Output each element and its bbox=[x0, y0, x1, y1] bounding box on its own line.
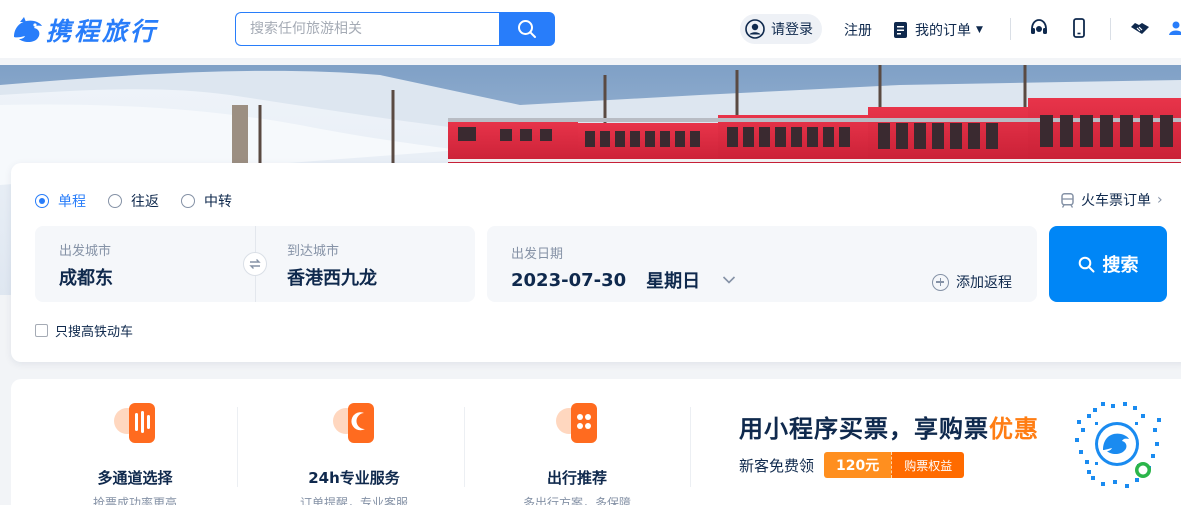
feature-title: 多通道选择 bbox=[97, 469, 173, 487]
radio-selected[interactable] bbox=[35, 194, 49, 208]
promo-subline-text: 新客免费领 bbox=[739, 456, 815, 475]
feature-title: 24h专业服务 bbox=[308, 469, 400, 487]
mini-program-promo[interactable]: 用小程序买票，享购票优惠 新客免费领 120元 购票权益 bbox=[739, 409, 1039, 478]
search-trains-button[interactable]: 搜索 bbox=[1049, 226, 1167, 302]
user-avatar-icon bbox=[745, 19, 765, 39]
plus-circle-icon bbox=[932, 273, 949, 291]
radio-unselected[interactable] bbox=[108, 194, 122, 208]
promo-headline-highlight: 优惠 bbox=[989, 415, 1039, 443]
trip-type-one-way[interactable]: 单程 bbox=[35, 191, 86, 211]
search-icon bbox=[1078, 256, 1094, 272]
login-label: 请登录 bbox=[771, 22, 813, 38]
chevron-right-icon: › bbox=[1157, 192, 1163, 208]
features-strip: 多通道选择 抢票成功率更高 24h专业服务 订单提醒，专业客服 出行推荐 多出行… bbox=[11, 379, 1181, 505]
handshake-icon[interactable] bbox=[1129, 17, 1151, 39]
dolphin-logo-icon bbox=[14, 17, 42, 42]
customer-service-icon[interactable] bbox=[1028, 17, 1050, 39]
chevron-down-icon: ▼ bbox=[976, 25, 983, 35]
radio-unselected[interactable] bbox=[181, 194, 195, 208]
login-button[interactable]: 请登录 bbox=[740, 14, 822, 44]
city-selector: 出发城市 成都东 到达城市 香港西九龙 bbox=[35, 226, 475, 302]
header-divider bbox=[1110, 18, 1111, 40]
trip-type-label: 单程 bbox=[58, 194, 86, 210]
feature-multi-channel: 多通道选择 抢票成功率更高 bbox=[35, 399, 235, 505]
promo-headline-text: 用小程序买票，享购票 bbox=[739, 415, 989, 443]
departure-date-value: 2023-07-30 星期日 bbox=[511, 267, 736, 293]
high-speed-only-option[interactable]: 只搜高铁动车 bbox=[35, 321, 133, 340]
multi-channel-icon bbox=[114, 403, 155, 443]
feature-divider bbox=[690, 407, 691, 487]
trip-type-label: 中转 bbox=[204, 194, 232, 210]
train-booking-panel: 单程 往返 中转 火车票订单 › 出发城市 成都东 到达城市 香港西九龙 出发日… bbox=[11, 163, 1181, 362]
feature-subtitle: 订单提醒，专业客服 bbox=[299, 496, 408, 505]
chevron-down-icon bbox=[723, 276, 736, 284]
promo-benefit-badge: 购票权益 bbox=[891, 452, 965, 478]
global-search bbox=[235, 12, 555, 46]
departure-date-field[interactable]: 出发日期 2023-07-30 星期日 添加返程 bbox=[487, 226, 1037, 302]
promo-subline: 新客免费领 120元 购票权益 bbox=[739, 452, 1039, 478]
arrival-city-label: 到达城市 bbox=[287, 244, 340, 259]
train-ticket-orders-link[interactable]: 火车票订单 › bbox=[1061, 190, 1163, 210]
search-input[interactable] bbox=[235, 12, 499, 46]
search-icon bbox=[518, 20, 536, 38]
brand-logo[interactable]: 携程旅行 bbox=[10, 12, 158, 48]
feature-title: 出行推荐 bbox=[546, 469, 607, 487]
high-speed-only-checkbox[interactable] bbox=[35, 324, 48, 337]
my-orders-menu[interactable]: 我的订单 ▼ bbox=[894, 20, 983, 40]
trip-type-round-trip[interactable]: 往返 bbox=[108, 191, 159, 211]
my-orders-label: 我的订单 bbox=[915, 23, 971, 39]
search-button[interactable] bbox=[499, 12, 555, 46]
date-text: 2023-07-30 bbox=[511, 269, 627, 291]
high-speed-only-label: 只搜高铁动车 bbox=[55, 325, 134, 340]
train-icon bbox=[1061, 192, 1074, 208]
promo-headline: 用小程序买票，享购票优惠 bbox=[739, 409, 1039, 444]
logo-text: 携程旅行 bbox=[46, 17, 159, 46]
departure-city-field[interactable]: 出发城市 成都东 bbox=[59, 240, 113, 290]
arrival-city-value: 香港西九龙 bbox=[287, 268, 377, 289]
feature-subtitle: 抢票成功率更高 bbox=[92, 496, 177, 505]
feature-subtitle: 多出行方案，多保障 bbox=[522, 496, 631, 505]
departure-date-label: 出发日期 bbox=[511, 247, 564, 262]
top-header: 携程旅行 请登录 注册 bbox=[0, 0, 1181, 58]
trip-type-label: 往返 bbox=[131, 194, 159, 210]
swap-arrows-icon bbox=[249, 259, 261, 269]
user-menu-icon[interactable] bbox=[1168, 17, 1181, 39]
swap-cities-button[interactable] bbox=[243, 252, 267, 276]
feature-24h-service: 24h专业服务 订单提醒，专业客服 bbox=[254, 399, 454, 505]
departure-city-label: 出发城市 bbox=[59, 244, 112, 259]
add-return-button[interactable]: 添加返程 bbox=[932, 272, 1012, 292]
departure-city-value: 成都东 bbox=[59, 268, 113, 289]
ticket-orders-label: 火车票订单 bbox=[1081, 193, 1151, 209]
add-return-label: 添加返程 bbox=[956, 275, 1012, 291]
feature-travel-recommend: 出行推荐 多出行方案，多保障 bbox=[477, 399, 677, 505]
feature-divider bbox=[237, 407, 238, 487]
mobile-app-icon[interactable] bbox=[1068, 17, 1090, 39]
search-button-label: 搜索 bbox=[1102, 255, 1139, 276]
register-link[interactable]: 注册 bbox=[844, 20, 872, 40]
moon-clock-icon bbox=[333, 403, 374, 443]
weekday-text: 星期日 bbox=[646, 271, 701, 292]
mini-program-qr-code bbox=[1071, 398, 1163, 490]
trip-type-selector: 单程 往返 中转 bbox=[35, 191, 254, 211]
page: 携程旅行 请登录 注册 bbox=[0, 0, 1181, 505]
promo-amount-badge: 120元 bbox=[824, 452, 892, 478]
order-document-icon bbox=[894, 22, 907, 38]
arrival-city-field[interactable]: 到达城市 香港西九龙 bbox=[287, 240, 377, 290]
header-divider bbox=[1010, 18, 1011, 40]
feature-divider bbox=[464, 407, 465, 487]
grid-recommend-icon bbox=[556, 403, 597, 443]
trip-type-transfer[interactable]: 中转 bbox=[181, 191, 232, 211]
